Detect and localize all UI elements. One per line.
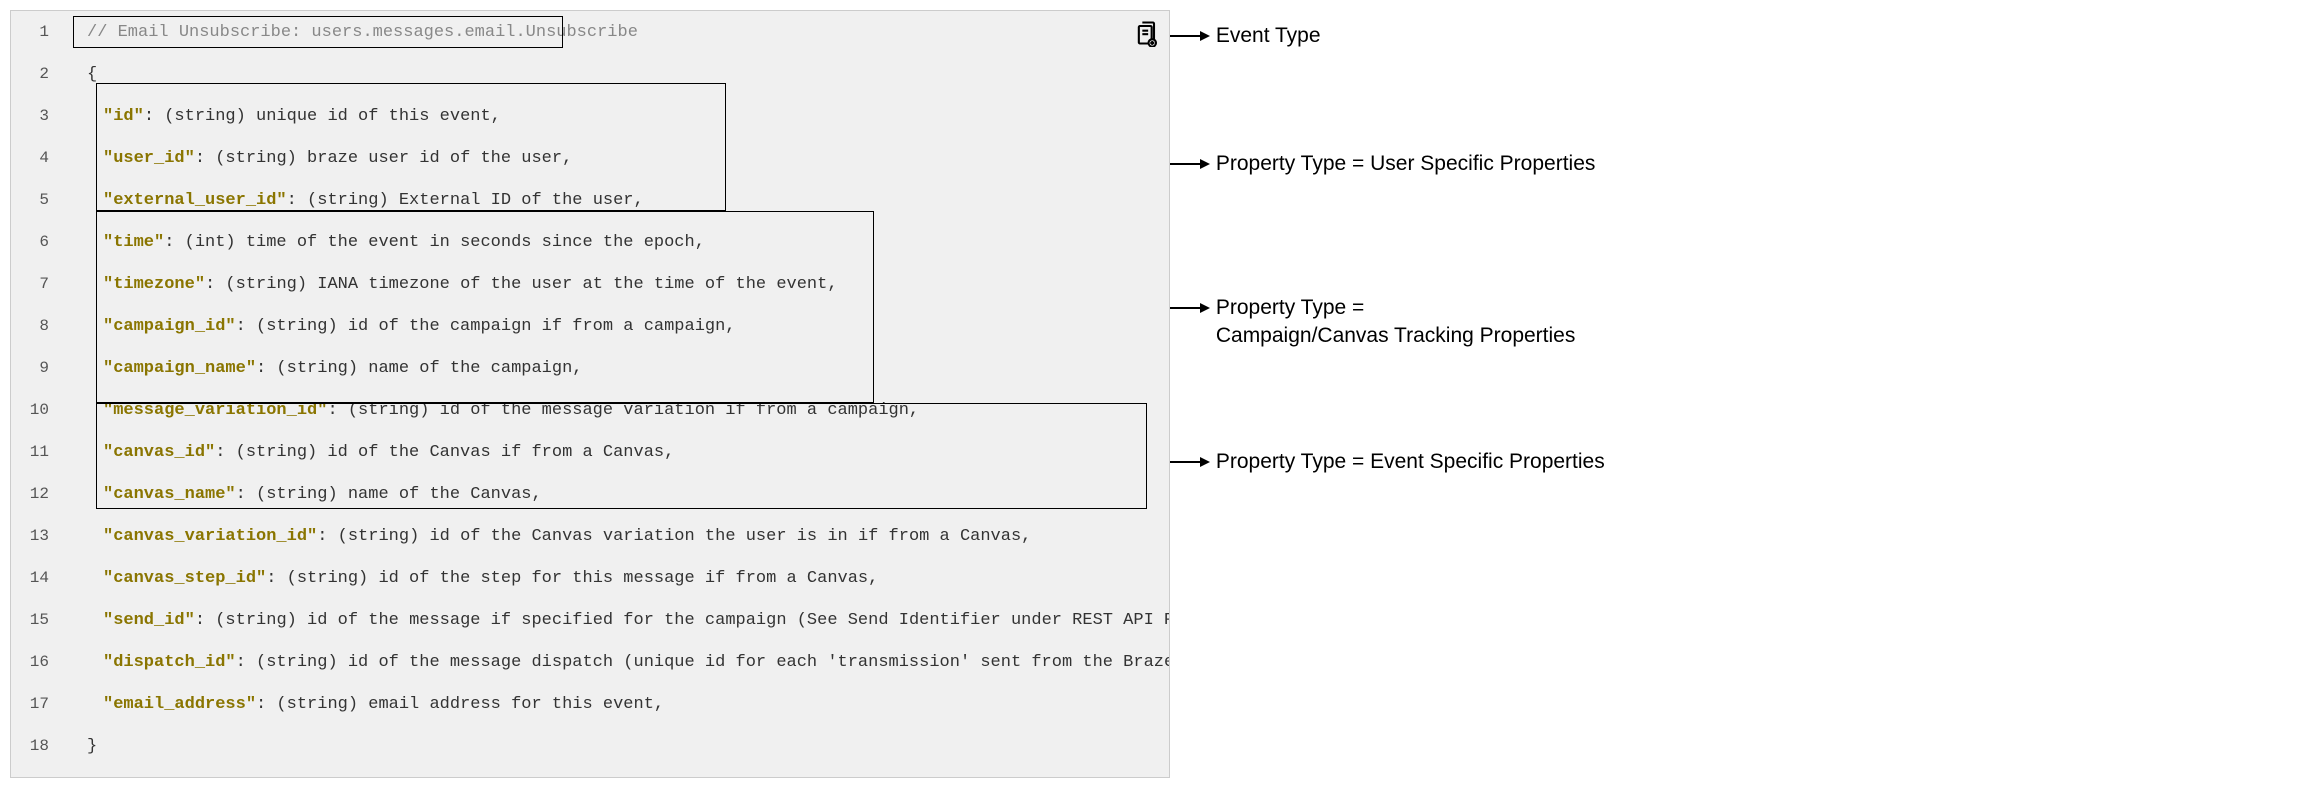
- layout-root: 1// Email Unsubscribe: users.messages.em…: [10, 10, 2290, 778]
- annotation-label: Property Type = Event Specific Propertie…: [1216, 450, 1605, 473]
- code-content: "send_id": (string) id of the message if…: [63, 611, 1169, 630]
- code-line: 2{: [11, 53, 1169, 95]
- code-line: 13"canvas_variation_id": (string) id of …: [11, 515, 1169, 557]
- code-content: "message_variation_id": (string) id of t…: [63, 401, 1169, 420]
- code-content: "id": (string) unique id of this event,: [63, 107, 1169, 126]
- code-line: 9"campaign_name": (string) name of the c…: [11, 347, 1169, 389]
- code-content: "timezone": (string) IANA timezone of th…: [63, 275, 1169, 294]
- line-number: 3: [11, 107, 63, 125]
- code-line: 7"timezone": (string) IANA timezone of t…: [11, 263, 1169, 305]
- code-line: 15"send_id": (string) id of the message …: [11, 599, 1169, 641]
- code-content: "canvas_id": (string) id of the Canvas i…: [63, 443, 1169, 462]
- code-line: 12"canvas_name": (string) name of the Ca…: [11, 473, 1169, 515]
- code-content: "campaign_name": (string) name of the ca…: [63, 359, 1169, 378]
- code-line: 16"dispatch_id": (string) id of the mess…: [11, 641, 1169, 683]
- line-number: 7: [11, 275, 63, 293]
- code-line: 6"time": (int) time of the event in seco…: [11, 221, 1169, 263]
- code-content: // Email Unsubscribe: users.messages.ema…: [63, 23, 1169, 42]
- code-content: }: [63, 737, 1169, 756]
- code-content: "time": (int) time of the event in secon…: [63, 233, 1169, 252]
- code-panel: 1// Email Unsubscribe: users.messages.em…: [10, 10, 1170, 778]
- code-line: 14"canvas_step_id": (string) id of the s…: [11, 557, 1169, 599]
- code-content: "canvas_step_id": (string) id of the ste…: [63, 569, 1169, 588]
- line-number: 10: [11, 401, 63, 419]
- line-number: 11: [11, 443, 63, 461]
- annotation-event-specific-properties: Property Type = Event Specific Propertie…: [1170, 448, 1605, 476]
- line-number: 14: [11, 569, 63, 587]
- line-number: 6: [11, 233, 63, 251]
- code-content: {: [63, 65, 1169, 84]
- line-number: 5: [11, 191, 63, 209]
- annotation-event-type: Event Type: [1170, 22, 1321, 50]
- code-content: "email_address": (string) email address …: [63, 695, 1169, 714]
- code-line: 4"user_id": (string) braze user id of th…: [11, 137, 1169, 179]
- code-line: 8"campaign_id": (string) id of the campa…: [11, 305, 1169, 347]
- annotation-label: Event Type: [1216, 24, 1321, 47]
- line-number: 15: [11, 611, 63, 629]
- line-number: 18: [11, 737, 63, 755]
- code-content: "canvas_variation_id": (string) id of th…: [63, 527, 1169, 546]
- code-content: "canvas_name": (string) name of the Canv…: [63, 485, 1169, 504]
- code-content: "campaign_id": (string) id of the campai…: [63, 317, 1169, 336]
- annotation-label: Property Type = User Specific Properties: [1216, 152, 1596, 175]
- code-content: "dispatch_id": (string) id of the messag…: [63, 653, 1169, 672]
- copy-icon[interactable]: [1133, 19, 1161, 47]
- annotation-user-properties: Property Type = User Specific Properties: [1170, 150, 1595, 178]
- line-number: 8: [11, 317, 63, 335]
- code-line: 3"id": (string) unique id of this event,: [11, 95, 1169, 137]
- annotation-campaign-properties: Property Type = Campaign/Canvas Tracking…: [1170, 294, 1575, 351]
- line-number: 17: [11, 695, 63, 713]
- code-content: "user_id": (string) braze user id of the…: [63, 149, 1169, 168]
- code-line: 18}: [11, 725, 1169, 767]
- line-number: 9: [11, 359, 63, 377]
- line-number: 16: [11, 653, 63, 671]
- annotation-label: Property Type =: [1216, 296, 1364, 319]
- line-number: 2: [11, 65, 63, 83]
- line-number: 4: [11, 149, 63, 167]
- line-number: 12: [11, 485, 63, 503]
- code-content: "external_user_id": (string) External ID…: [63, 191, 1169, 210]
- code-line: 10"message_variation_id": (string) id of…: [11, 389, 1169, 431]
- annotations-panel: Event Type Property Type = User Specific…: [1170, 10, 2290, 530]
- arrow-icon: [1170, 156, 1210, 172]
- arrow-icon: [1170, 454, 1210, 470]
- line-number: 1: [11, 23, 63, 41]
- code-line: 11"canvas_id": (string) id of the Canvas…: [11, 431, 1169, 473]
- code-line: 5"external_user_id": (string) External I…: [11, 179, 1169, 221]
- annotation-label: Campaign/Canvas Tracking Properties: [1216, 324, 1576, 347]
- line-number: 13: [11, 527, 63, 545]
- code-line: 17"email_address": (string) email addres…: [11, 683, 1169, 725]
- code-line: 1// Email Unsubscribe: users.messages.em…: [11, 11, 1169, 53]
- arrow-icon: [1170, 300, 1210, 316]
- arrow-icon: [1170, 28, 1210, 44]
